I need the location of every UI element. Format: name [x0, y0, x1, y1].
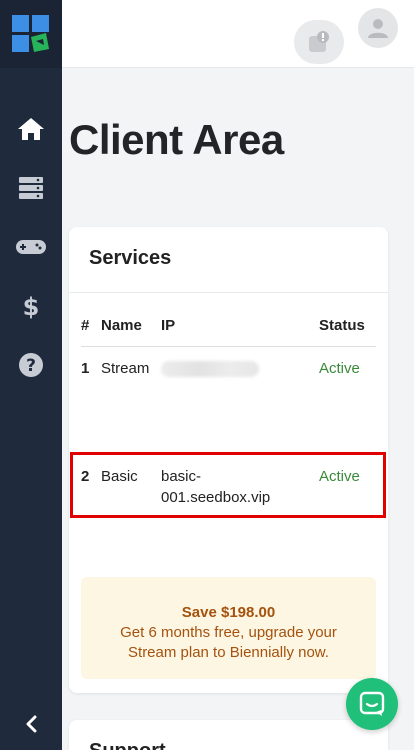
promo-title: Save $198.00 [181, 604, 276, 621]
sidebar-collapse-button[interactable] [0, 706, 62, 742]
chat-launcher-button[interactable] [346, 678, 398, 730]
row-number: 2 [81, 468, 90, 485]
promo-line2: Stream plan to Biennially now. [128, 644, 329, 661]
svg-text:$: $ [23, 293, 39, 319]
sidebar-item-games[interactable] [0, 224, 62, 270]
services-card: Services # Name IP Status 1 Stream Activ… [69, 227, 388, 693]
table-row[interactable]: 1 Stream Active [81, 358, 376, 398]
server-icon [19, 177, 43, 199]
logo[interactable] [0, 0, 62, 68]
avatar[interactable] [358, 8, 398, 48]
service-ip-line2: 001.seedbox.vip [161, 489, 271, 506]
home-icon [18, 118, 44, 140]
notifications-button[interactable] [294, 20, 344, 64]
sidebar: $ ? [0, 0, 62, 750]
logo-icon [12, 15, 49, 52]
sidebar-item-home[interactable] [0, 106, 62, 152]
svg-text:?: ? [26, 356, 36, 376]
service-status: Active [319, 468, 360, 485]
sidebar-item-billing[interactable]: $ [0, 283, 62, 329]
table-header: # Name IP Status [81, 317, 376, 347]
chat-icon [359, 691, 385, 716]
sidebar-item-servers[interactable] [0, 165, 62, 211]
column-header-name: Name [101, 317, 142, 334]
table-row[interactable]: 2 Basic basic- 001.seedbox.vip Active [81, 466, 376, 510]
upgrade-promo[interactable]: Save $198.00 Get 6 months free, upgrade … [81, 577, 376, 679]
gamepad-icon [16, 240, 46, 254]
promo-line1: Get 6 months free, upgrade your [120, 624, 337, 641]
service-ip-line1: basic- [161, 468, 202, 485]
user-icon [368, 19, 388, 38]
sidebar-item-help[interactable]: ? [0, 342, 62, 388]
column-header-num: # [81, 317, 90, 334]
column-header-status: Status [319, 317, 365, 334]
service-ip: basic- 001.seedbox.vip [161, 466, 270, 508]
services-title: Services [69, 227, 388, 293]
column-header-ip: IP [161, 317, 176, 334]
service-name: Basic [101, 468, 138, 485]
chevron-left-icon [26, 715, 37, 733]
dollar-icon: $ [23, 293, 39, 319]
help-icon: ? [19, 353, 43, 377]
row-number: 1 [81, 360, 90, 377]
service-ip-redacted [161, 358, 259, 383]
service-name: Stream [101, 360, 150, 377]
support-title: Support [89, 740, 166, 750]
page-title: Client Area [69, 116, 284, 163]
service-status: Active [319, 360, 360, 377]
support-card: Support [69, 720, 388, 750]
notification-icon [309, 31, 329, 52]
